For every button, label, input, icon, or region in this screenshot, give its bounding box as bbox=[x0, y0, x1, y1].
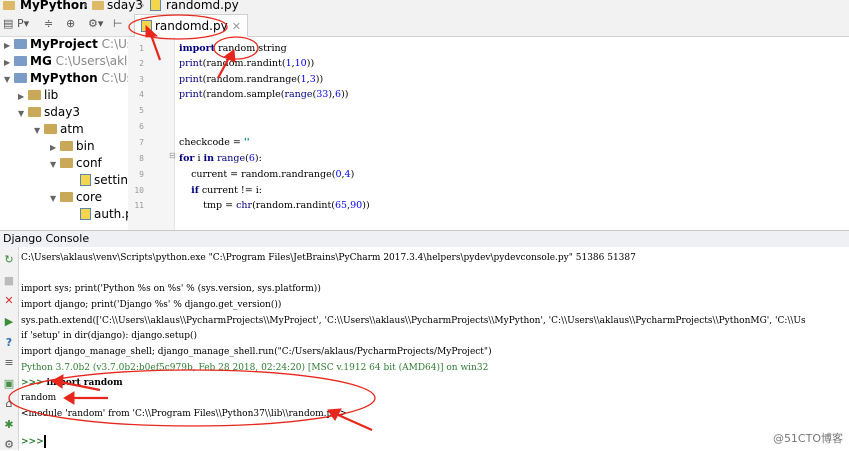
folder-icon bbox=[60, 157, 73, 168]
chevron-down-icon[interactable]: ▼ bbox=[50, 156, 60, 173]
code-line: if current != i: bbox=[191, 185, 262, 196]
code-line: import random,string bbox=[179, 43, 287, 54]
chevron-down-icon[interactable]: ▼ bbox=[50, 190, 60, 207]
console-line: C:\Users\aklaus\venv\Scripts\python.exe … bbox=[21, 253, 636, 263]
console-output[interactable]: C:\Users\aklaus\venv\Scripts\python.exe … bbox=[19, 247, 849, 450]
console-prompt: >>> bbox=[21, 378, 44, 388]
tree-node-lib[interactable]: ▶ lib bbox=[18, 87, 58, 104]
python-file-icon bbox=[80, 207, 91, 220]
view-dropdown-icon[interactable]: P▾ bbox=[17, 17, 29, 31]
tree-node-auth[interactable]: auth.py bbox=[80, 206, 128, 223]
folder-icon bbox=[44, 123, 57, 134]
chevron-right-icon[interactable]: ▶ bbox=[4, 37, 14, 54]
variables-icon[interactable]: ▣ bbox=[3, 377, 15, 390]
console-line: import django; print('Django %s' % djang… bbox=[21, 300, 282, 310]
tree-node-conf[interactable]: ▼ conf bbox=[50, 155, 102, 172]
folder-icon bbox=[14, 72, 27, 83]
close-icon[interactable]: ✕ bbox=[3, 294, 15, 307]
code-editor[interactable]: 1 2 3 4 5 6 7 8 9 10 11 ⊟ import random,… bbox=[128, 37, 849, 230]
console-title: Django Console bbox=[3, 232, 90, 245]
folder-icon bbox=[60, 191, 73, 202]
chevron-right-icon[interactable]: ▶ bbox=[18, 88, 28, 105]
console-line: <module 'random' from 'C:\\Program Files… bbox=[21, 409, 348, 419]
gear-icon[interactable]: ⚙▾ bbox=[88, 17, 103, 31]
soft-wrap-icon[interactable]: ≡ bbox=[3, 356, 15, 369]
line-number: 10 bbox=[134, 186, 144, 195]
project-view-icon[interactable]: ▤ bbox=[3, 17, 13, 31]
console-input-line: >>> import random bbox=[21, 378, 123, 388]
editor-tab-bar: randomd.py ✕ bbox=[128, 12, 849, 37]
line-number: 1 bbox=[139, 44, 144, 53]
help-icon[interactable]: ? bbox=[3, 336, 15, 349]
console-line: if 'setup' in dir(django): django.setup(… bbox=[21, 331, 198, 341]
project-tree: ▤ P▾ ≑ ⊕ ⚙▾ ⊢ ▶MyProject C:\Users ▶MG C:… bbox=[0, 12, 129, 230]
fold-icon[interactable]: ⊟ bbox=[169, 151, 176, 160]
tree-node-atm[interactable]: ▼ atm bbox=[34, 121, 84, 138]
code-line: checkcode = '' bbox=[179, 137, 250, 148]
line-gutter: 1 2 3 4 5 6 7 8 9 10 11 ⊟ bbox=[128, 37, 176, 230]
code-line: print(random.randint(1,10)) bbox=[179, 58, 315, 69]
settings-icon[interactable]: ⚙ bbox=[3, 438, 15, 451]
tree-node-sday3[interactable]: ▼ sday3 bbox=[18, 104, 80, 121]
tree-node-myproject[interactable]: ▶MyProject C:\Users bbox=[4, 36, 128, 54]
folder-icon bbox=[28, 106, 41, 117]
collapse-all-icon[interactable]: ≑ bbox=[44, 17, 53, 31]
run-icon[interactable]: ▶ bbox=[3, 315, 15, 328]
line-number: 4 bbox=[139, 90, 144, 99]
console-line: import django_manage_shell; django_manag… bbox=[21, 347, 492, 357]
line-number: 5 bbox=[139, 106, 144, 115]
console-line: Python 3.7.0b2 (v3.7.0b2:b0ef5c979b, Feb… bbox=[21, 363, 489, 373]
chevron-down-icon[interactable]: ▼ bbox=[4, 71, 14, 88]
hide-icon[interactable]: ⊢ bbox=[113, 17, 123, 31]
tree-node-core[interactable]: ▼ core bbox=[50, 189, 102, 206]
code-line: current = random.randrange(0,4) bbox=[179, 169, 355, 180]
tree-node-mypython[interactable]: ▼MyPython C:\Users bbox=[4, 70, 128, 88]
tab-randomd[interactable]: randomd.py ✕ bbox=[134, 14, 248, 37]
debug-icon[interactable]: ✱ bbox=[3, 418, 15, 431]
chevron-down-icon[interactable]: ▼ bbox=[18, 105, 28, 122]
project-tree-toolbar: ▤ P▾ ≑ ⊕ ⚙▾ ⊢ bbox=[0, 12, 128, 37]
close-icon[interactable]: ✕ bbox=[232, 20, 241, 33]
line-number: 6 bbox=[139, 122, 144, 131]
line-number: 7 bbox=[139, 138, 144, 147]
console-toolbar: ↻ ■ ✕ ▶ ? ≡ ▣ ⌂ ✱ ⚙ bbox=[0, 247, 19, 451]
code-line: print(random.sample(range(33),6)) bbox=[179, 89, 349, 100]
stop-icon[interactable]: ■ bbox=[3, 274, 15, 287]
text-cursor bbox=[44, 435, 46, 448]
console-header: Django Console bbox=[0, 230, 849, 248]
console-active-prompt[interactable]: >>> bbox=[21, 437, 44, 447]
chevron-right-icon[interactable]: ▶ bbox=[50, 139, 60, 156]
tree-node-mg[interactable]: ▶MG C:\Users\aklaus bbox=[4, 53, 128, 71]
console-line: random bbox=[21, 393, 57, 403]
rerun-icon[interactable]: ↻ bbox=[3, 253, 15, 266]
line-number: 9 bbox=[139, 170, 144, 179]
code-line: for i in range(6): bbox=[179, 153, 262, 164]
folder-icon bbox=[14, 38, 27, 49]
tree-node-bin[interactable]: ▶ bin bbox=[50, 138, 95, 155]
folder-icon bbox=[14, 55, 27, 66]
code-line: tmp = chr(random.randint(65,90)) bbox=[179, 200, 370, 211]
code-line: print(random.randrange(1,3)) bbox=[179, 74, 324, 85]
console-line: sys.path.extend(['C:\\Users\\aklaus\\Pyc… bbox=[21, 316, 806, 326]
python-file-icon bbox=[80, 173, 91, 186]
python-file-icon bbox=[141, 19, 152, 32]
history-icon[interactable]: ⌂ bbox=[3, 397, 15, 410]
console-line: import sys; print('Python %s on %s' % (s… bbox=[21, 284, 321, 294]
folder-icon bbox=[60, 140, 73, 151]
line-number: 11 bbox=[134, 201, 144, 210]
line-number: 2 bbox=[139, 59, 144, 68]
chevron-down-icon[interactable]: ▼ bbox=[34, 122, 44, 139]
chevron-right-icon[interactable]: ▶ bbox=[4, 54, 14, 71]
folder-icon bbox=[28, 89, 41, 100]
scroll-from-source-icon[interactable]: ⊕ bbox=[66, 17, 75, 31]
tree-node-settings[interactable]: settings bbox=[80, 172, 128, 189]
watermark: @51CTO博客 bbox=[772, 432, 843, 445]
line-number: 8 bbox=[139, 154, 144, 163]
line-number: 3 bbox=[139, 75, 144, 84]
